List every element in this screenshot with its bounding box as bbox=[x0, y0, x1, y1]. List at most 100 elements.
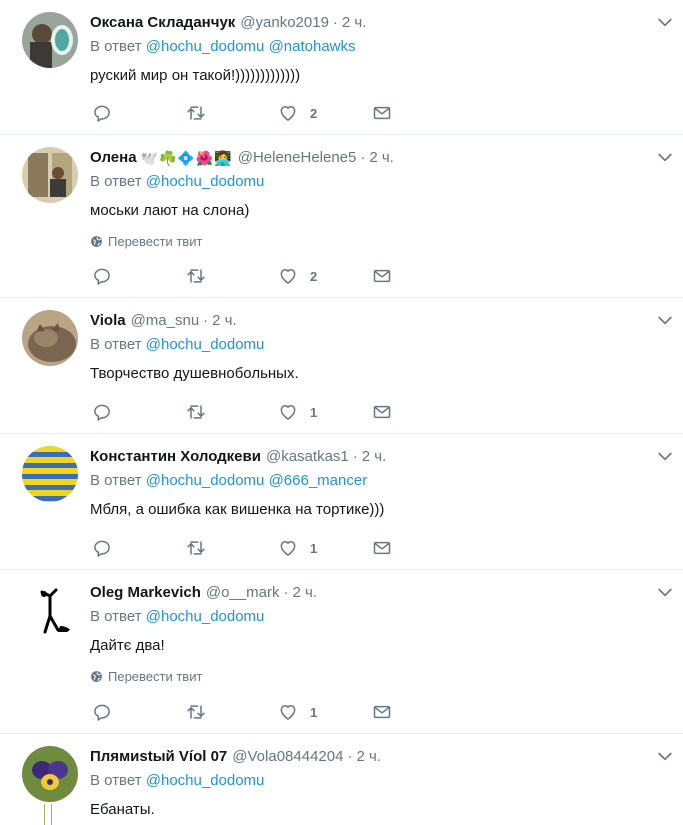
reply-prefix: В ответ bbox=[90, 173, 142, 190]
retweet-button[interactable] bbox=[186, 702, 206, 722]
user-name[interactable]: Oleg Markevich bbox=[90, 583, 201, 603]
reply-button[interactable] bbox=[92, 402, 112, 422]
tweet-actions: 2 bbox=[90, 266, 410, 286]
chevron-down-icon[interactable] bbox=[655, 147, 675, 167]
reply-mention[interactable]: @natohawks bbox=[269, 38, 356, 55]
reply-mention[interactable]: @hochu_dodomu bbox=[146, 336, 265, 353]
reply-prefix: В ответ bbox=[90, 38, 142, 55]
tweet[interactable]: Плямиstый Víol 07 @Vola08444204 · 2 ч. В… bbox=[0, 734, 683, 825]
tweet-header: Плямиstый Víol 07 @Vola08444204 · 2 ч. bbox=[90, 747, 381, 767]
separator-dot: · bbox=[332, 14, 338, 31]
avatar[interactable] bbox=[22, 310, 78, 366]
like-button[interactable]: 1 bbox=[278, 702, 317, 722]
envelope-icon bbox=[373, 705, 391, 719]
user-handle[interactable]: @o__mark bbox=[206, 583, 280, 603]
heart-icon bbox=[280, 541, 296, 556]
tweet[interactable]: Oleg Markevich @o__mark · 2 ч. В ответ @… bbox=[0, 570, 683, 734]
user-handle[interactable]: @yanko2019 bbox=[240, 13, 329, 33]
reply-icon bbox=[94, 404, 110, 421]
chevron-down-icon[interactable] bbox=[655, 310, 675, 330]
avatar[interactable] bbox=[22, 147, 78, 203]
reply-mention[interactable]: @hochu_dodomu bbox=[146, 772, 265, 789]
tweet-actions: 1 bbox=[90, 702, 410, 722]
reply-mention[interactable]: @hochu_dodomu bbox=[146, 38, 265, 55]
tweet-text: Мбля, а ошибка как вишенка на тортике))) bbox=[90, 501, 385, 518]
tweet-header: Константин Холодкеви @kasatkas1 · 2 ч. bbox=[90, 447, 386, 467]
user-name[interactable]: Плямиstый Víol 07 bbox=[90, 747, 227, 767]
avatar[interactable] bbox=[22, 746, 78, 802]
reply-mention[interactable]: @hochu_dodomu bbox=[146, 173, 265, 190]
name-emoji: 🕊️☘️💠🌺👩‍💻 bbox=[140, 150, 233, 166]
like-count: 1 bbox=[310, 404, 318, 420]
like-button[interactable]: 1 bbox=[278, 402, 317, 422]
tweet-header: Oleg Markevich @o__mark · 2 ч. bbox=[90, 583, 317, 603]
retweet-button[interactable] bbox=[186, 538, 206, 558]
reply-to-line: В ответ @hochu_dodomu @natohawks bbox=[90, 38, 356, 55]
tweet[interactable]: Оксана Складанчук @yanko2019 · 2 ч. В от… bbox=[0, 0, 683, 135]
direct-message-button[interactable] bbox=[372, 103, 392, 123]
like-button[interactable]: 1 bbox=[278, 538, 317, 558]
translate-tweet-link[interactable]: Перевести твит bbox=[90, 234, 202, 249]
user-name[interactable]: Оксана Складанчук bbox=[90, 13, 235, 33]
reply-prefix: В ответ bbox=[90, 608, 142, 625]
user-name[interactable]: Viola bbox=[90, 311, 126, 331]
avatar[interactable] bbox=[22, 446, 78, 502]
thread-connector bbox=[44, 804, 52, 825]
retweet-button[interactable] bbox=[186, 103, 206, 123]
tweet[interactable]: Viola @ma_snu · 2 ч. В ответ @hochu_dodo… bbox=[0, 298, 683, 434]
tweet[interactable]: Олена 🕊️☘️💠🌺👩‍💻 @HeleneHelene5 · 2 ч. В … bbox=[0, 135, 683, 298]
avatar[interactable] bbox=[22, 582, 78, 638]
reply-button[interactable] bbox=[92, 538, 112, 558]
user-name[interactable]: Константин Холодкеви bbox=[90, 447, 261, 467]
direct-message-button[interactable] bbox=[372, 702, 392, 722]
chevron-down-icon[interactable] bbox=[655, 582, 675, 602]
tweet-text: Творчество душевнобольных. bbox=[90, 365, 299, 382]
tweet-actions: 1 bbox=[90, 538, 410, 558]
direct-message-button[interactable] bbox=[372, 402, 392, 422]
separator-dot: · bbox=[352, 448, 358, 465]
timestamp[interactable]: 2 ч. bbox=[342, 13, 367, 33]
envelope-icon bbox=[373, 106, 391, 120]
reply-mention[interactable]: @666_mancer bbox=[269, 472, 368, 489]
user-handle[interactable]: @HeleneHelene5 bbox=[238, 148, 357, 168]
user-handle[interactable]: @kasatkas1 bbox=[266, 447, 349, 467]
tweet[interactable]: Константин Холодкеви @kasatkas1 · 2 ч. В… bbox=[0, 434, 683, 570]
tweet-text: руский мир он такой!))))))))))))) bbox=[90, 67, 301, 84]
translate-tweet-link[interactable]: Перевести твит bbox=[90, 669, 202, 684]
timestamp[interactable]: 2 ч. bbox=[369, 148, 394, 168]
retweet-button[interactable] bbox=[186, 402, 206, 422]
user-handle[interactable]: @ma_snu bbox=[131, 311, 200, 331]
chevron-down-icon[interactable] bbox=[655, 446, 675, 466]
timestamp[interactable]: 2 ч. bbox=[362, 447, 387, 467]
avatar[interactable] bbox=[22, 12, 78, 68]
direct-message-button[interactable] bbox=[372, 538, 392, 558]
retweet-button[interactable] bbox=[186, 266, 206, 286]
user-name[interactable]: Олена bbox=[90, 148, 137, 168]
timestamp[interactable]: 2 ч. bbox=[292, 583, 317, 603]
heart-icon bbox=[280, 705, 296, 720]
reply-prefix: В ответ bbox=[90, 336, 142, 353]
like-count: 2 bbox=[310, 105, 318, 121]
timestamp[interactable]: 2 ч. bbox=[356, 747, 381, 767]
timestamp[interactable]: 2 ч. bbox=[212, 311, 237, 331]
chevron-down-icon[interactable] bbox=[655, 12, 675, 32]
reply-icon bbox=[94, 268, 110, 285]
like-count: 1 bbox=[310, 704, 318, 720]
like-button[interactable]: 2 bbox=[278, 103, 317, 123]
reply-mention[interactable]: @hochu_dodomu bbox=[146, 472, 265, 489]
chevron-down-icon[interactable] bbox=[655, 746, 675, 766]
reply-button[interactable] bbox=[92, 103, 112, 123]
user-handle[interactable]: @Vola08444204 bbox=[232, 747, 343, 767]
retweet-icon bbox=[187, 705, 205, 719]
direct-message-button[interactable] bbox=[372, 266, 392, 286]
reply-prefix: В ответ bbox=[90, 472, 142, 489]
tweet-feed: Оксана Складанчук @yanko2019 · 2 ч. В от… bbox=[0, 0, 683, 825]
heart-icon bbox=[280, 405, 296, 420]
reply-icon bbox=[94, 105, 110, 122]
separator-dot: · bbox=[347, 748, 353, 765]
reply-button[interactable] bbox=[92, 266, 112, 286]
reply-button[interactable] bbox=[92, 702, 112, 722]
like-button[interactable]: 2 bbox=[278, 266, 317, 286]
tweet-text: Дайтє два! bbox=[90, 637, 165, 654]
reply-mention[interactable]: @hochu_dodomu bbox=[146, 608, 265, 625]
